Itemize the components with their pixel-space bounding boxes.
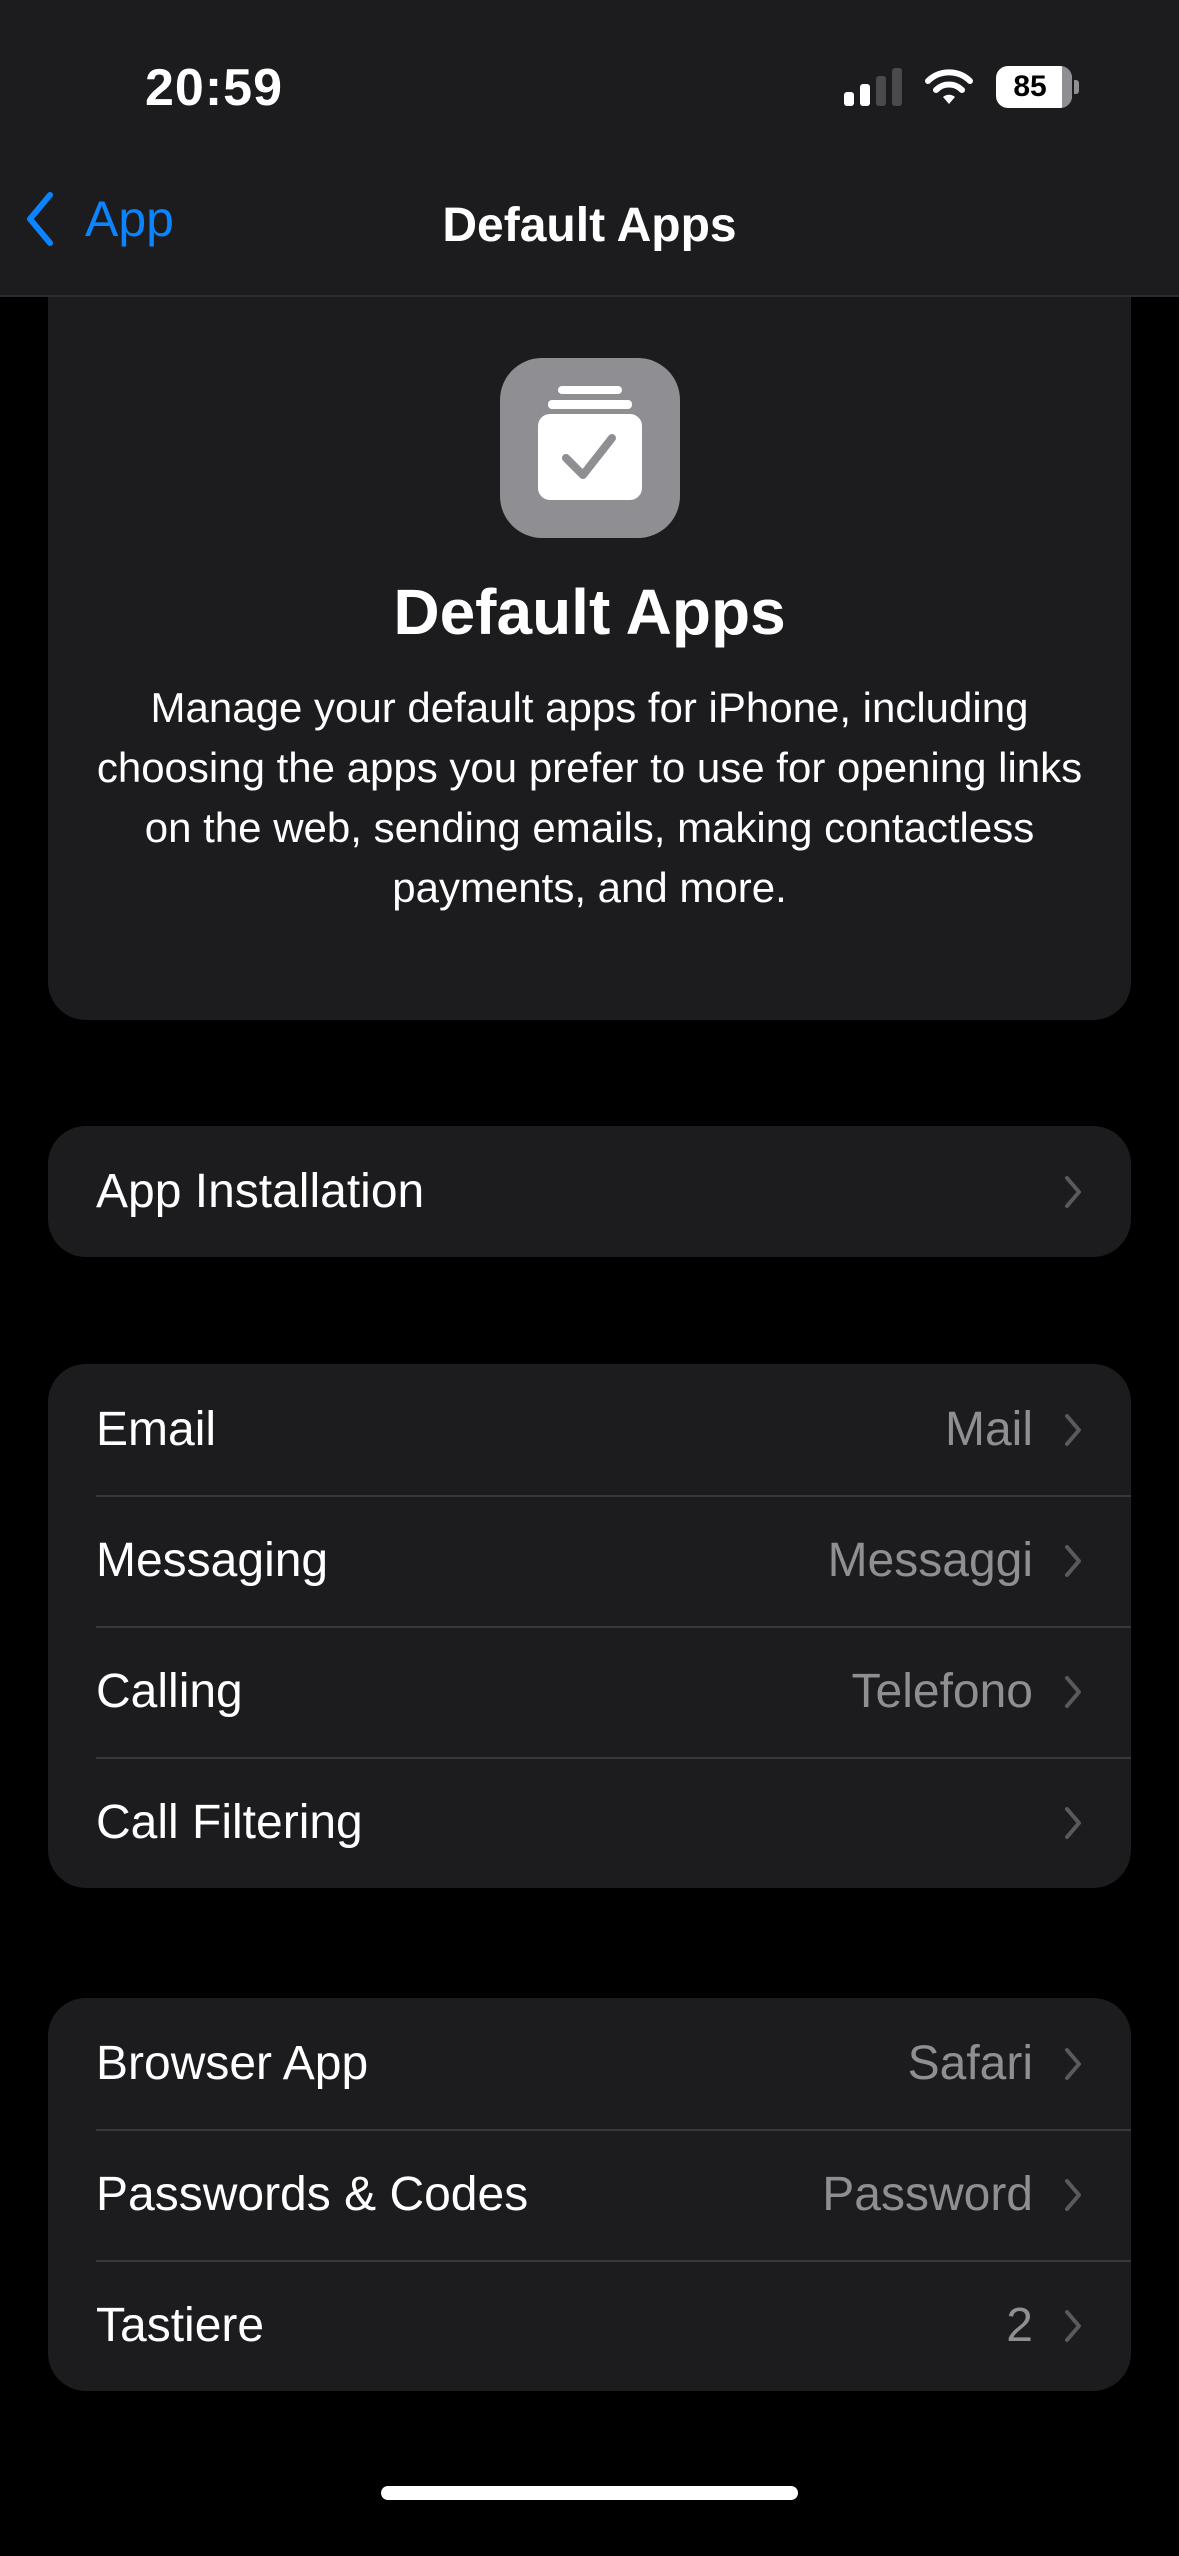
row-messaging[interactable]: Messaging Messaggi (48, 1495, 1131, 1626)
status-time: 20:59 (145, 59, 283, 117)
row-call-filtering[interactable]: Call Filtering (48, 1757, 1131, 1888)
default-apps-icon (500, 358, 680, 538)
chevron-right-icon (1065, 1544, 1081, 1577)
hero-title: Default Apps (393, 576, 786, 648)
status-icons: 85 (844, 66, 1079, 108)
chevron-right-icon (1065, 1413, 1081, 1446)
chevron-right-icon (1065, 1806, 1081, 1839)
battery-icon: 85 (996, 66, 1079, 108)
row-label: Call Filtering (96, 1796, 363, 1849)
wifi-icon (925, 69, 973, 104)
row-browser-app[interactable]: Browser App Safari (48, 1998, 1131, 2129)
row-label: Browser App (96, 2037, 369, 2090)
group-app-installation: App Installation (48, 1126, 1131, 1257)
row-label: App Installation (96, 1165, 425, 1218)
cellular-signal-icon (844, 68, 902, 106)
row-value: Mail (944, 1403, 1033, 1456)
chevron-right-icon (1065, 2047, 1081, 2080)
battery-level: 85 (1013, 70, 1047, 103)
chevron-right-icon (1065, 2309, 1081, 2342)
group-communication: Email Mail Messaging Messaggi Calling Te… (48, 1364, 1131, 1888)
row-label: Messaging (96, 1534, 329, 1587)
row-label: Passwords & Codes (96, 2168, 529, 2221)
row-label: Tastiere (96, 2299, 265, 2352)
row-passwords-codes[interactable]: Passwords & Codes Password (48, 2129, 1131, 2260)
chevron-right-icon (1065, 2178, 1081, 2211)
home-indicator[interactable] (381, 2486, 798, 2500)
row-value: Password (822, 2168, 1033, 2221)
row-calling[interactable]: Calling Telefono (48, 1626, 1131, 1757)
row-value: 2 (1006, 2299, 1033, 2352)
group-other-defaults: Browser App Safari Passwords & Codes Pas… (48, 1998, 1131, 2391)
row-app-installation[interactable]: App Installation (48, 1126, 1131, 1257)
default-apps-header-card: Default Apps Manage your default apps fo… (48, 260, 1131, 1020)
row-value: Safari (907, 2037, 1033, 2090)
row-keyboards[interactable]: Tastiere 2 (48, 2260, 1131, 2391)
row-email[interactable]: Email Mail (48, 1364, 1131, 1495)
chevron-right-icon (1065, 1175, 1081, 1208)
row-value: Messaggi (827, 1534, 1033, 1587)
top-bar: 20:59 85 App Default Apps (0, 0, 1179, 297)
chevron-right-icon (1065, 1675, 1081, 1708)
row-label: Email (96, 1403, 217, 1456)
row-label: Calling (96, 1665, 243, 1718)
page-title: Default Apps (442, 199, 737, 252)
hero-description: Manage your default apps for iPhone, inc… (96, 684, 1083, 911)
row-value: Telefono (851, 1665, 1033, 1718)
